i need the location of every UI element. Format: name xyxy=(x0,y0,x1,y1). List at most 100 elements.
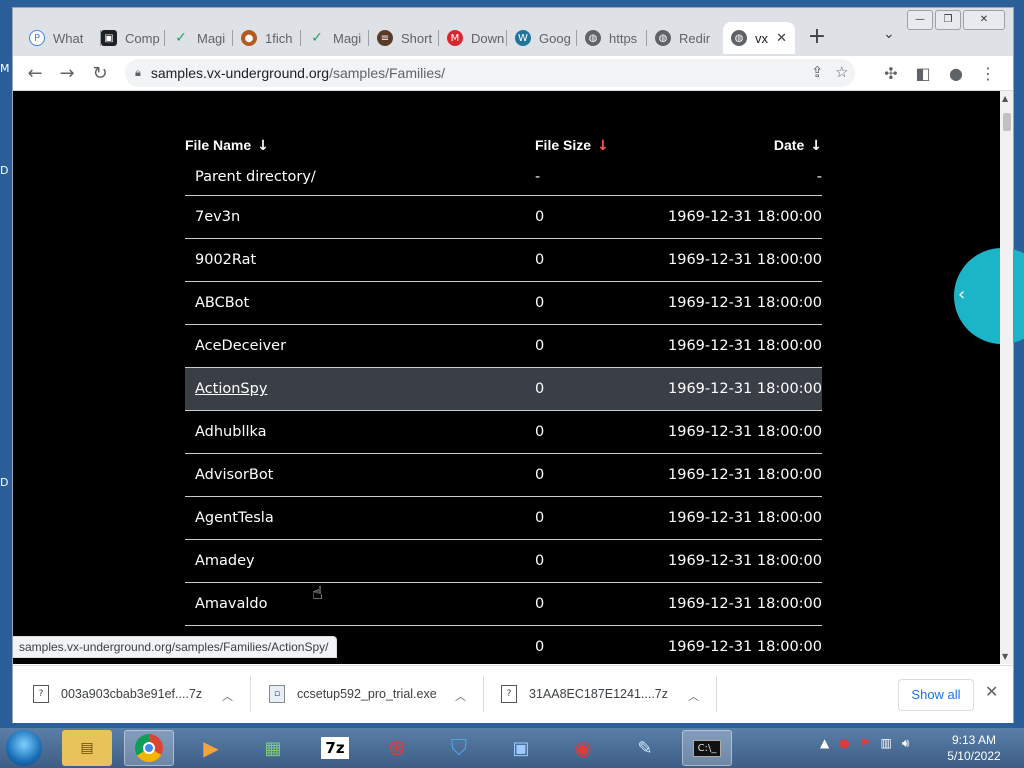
minimize-button[interactable]: — xyxy=(907,10,933,30)
file-size-cell: 0 xyxy=(535,496,645,540)
file-explorer-icon[interactable]: ▤ xyxy=(62,730,112,766)
column-header-file-name[interactable]: File Name ↓ xyxy=(185,131,535,159)
file-name-link[interactable]: 7ev3n xyxy=(185,195,535,239)
file-name-link[interactable]: Amavaldo xyxy=(185,582,535,626)
7zip-icon[interactable]: 7z xyxy=(310,730,360,766)
table-row[interactable]: Adhubllka 0 1969-12-31 18:00:00 xyxy=(185,410,822,454)
scrollbar-thumb[interactable] xyxy=(1003,113,1011,131)
desktop-icon-label[interactable]: M xyxy=(0,62,10,75)
file-name-link[interactable]: ABCBot xyxy=(185,281,535,325)
start-button[interactable] xyxy=(6,730,42,766)
file-size-cell: 0 xyxy=(535,453,645,497)
extensions-puzzle-icon[interactable]: ✣ xyxy=(879,62,903,86)
tab-redir[interactable]: ◍ Redir xyxy=(647,22,719,54)
download-item[interactable]: ▫ ccsetup592_pro_trial.exe xyxy=(269,676,437,712)
tab-comp[interactable]: ▣ Comp xyxy=(93,22,165,54)
file-name-link[interactable]: Parent directory/ xyxy=(185,159,535,196)
tab-1fich[interactable]: ● 1fich xyxy=(233,22,301,54)
table-row[interactable]: Amadey 0 1969-12-31 18:00:00 xyxy=(185,539,822,583)
lock-icon[interactable]: 🔒︎ xyxy=(135,66,141,80)
profile-avatar-icon[interactable]: ● xyxy=(944,62,968,86)
table-row[interactable]: 9002Rat 0 1969-12-31 18:00:00 xyxy=(185,238,822,282)
address-bar[interactable]: 🔒︎ samples.vx-underground.org/samples/Fa… xyxy=(125,59,855,87)
tab-label: Redir xyxy=(679,30,711,46)
tab-vx-active[interactable]: ◍ vx ✕ xyxy=(723,22,795,54)
task-manager-icon[interactable]: ▦ xyxy=(248,730,298,766)
screen-recorder-icon[interactable]: ◉ xyxy=(558,730,608,766)
forward-arrow-icon[interactable]: → xyxy=(55,62,79,86)
archive-file-icon: ? xyxy=(501,685,517,703)
squirrel-icon: ● xyxy=(241,30,257,46)
table-row[interactable]: AdvisorBot 0 1969-12-31 18:00:00 xyxy=(185,453,822,497)
table-row[interactable]: AgentTesla 0 1969-12-31 18:00:00 xyxy=(185,496,822,540)
scroll-up-arrow-icon[interactable]: ▲ xyxy=(1002,94,1008,103)
close-icon[interactable]: ✕ xyxy=(776,31,787,46)
security-tray-icon[interactable]: ● xyxy=(839,736,849,751)
table-row[interactable]: 7ev3n 0 1969-12-31 18:00:00 xyxy=(185,195,822,239)
close-icon[interactable]: ✕ xyxy=(985,682,998,701)
column-header-file-size[interactable]: File Size ↓ xyxy=(535,131,645,159)
table-row[interactable]: ActionSpy 0 1969-12-31 18:00:00 xyxy=(185,367,822,411)
square-logo-icon: ▣ xyxy=(101,30,117,46)
chevron-up-icon[interactable]: ︿ xyxy=(688,688,699,704)
back-arrow-icon[interactable]: ← xyxy=(23,62,47,86)
file-name-link[interactable]: AceDeceiver xyxy=(185,324,535,368)
tab-magi-1[interactable]: ✓ Magi xyxy=(165,22,233,54)
bookmark-star-icon[interactable]: ☆ xyxy=(835,63,848,81)
file-name-link[interactable]: 9002Rat xyxy=(185,238,535,282)
desktop-icon-label[interactable]: D xyxy=(0,476,8,489)
leaf-icon: ✓ xyxy=(311,30,323,46)
file-name-link[interactable]: AgentTesla xyxy=(185,496,535,540)
leaf-icon: ✓ xyxy=(175,30,187,46)
maximize-button[interactable]: ❐ xyxy=(935,10,961,30)
chrome-icon[interactable] xyxy=(124,730,174,766)
file-name-link[interactable]: AdvisorBot xyxy=(185,453,535,497)
table-row[interactable]: ABCBot 0 1969-12-31 18:00:00 xyxy=(185,281,822,325)
chevron-up-icon[interactable]: ︿ xyxy=(455,688,466,704)
share-icon[interactable]: ⇪ xyxy=(811,63,824,81)
process-explorer-icon[interactable]: ▣ xyxy=(496,730,546,766)
volume-icon[interactable]: 🔊︎ xyxy=(902,736,910,751)
table-row[interactable]: AceDeceiver 0 1969-12-31 18:00:00 xyxy=(185,324,822,368)
file-name-link[interactable]: Adhubllka xyxy=(185,410,535,454)
tab-goog[interactable]: W Goog xyxy=(507,22,577,54)
burger-icon: ≡ xyxy=(377,30,393,46)
security-tool-icon[interactable]: ⊛ xyxy=(372,730,422,766)
file-name-link[interactable]: ActionSpy xyxy=(185,367,535,411)
tab-magi-2[interactable]: ✓ Magi xyxy=(301,22,369,54)
show-all-downloads-button[interactable]: Show all xyxy=(898,679,974,711)
command-prompt-icon[interactable]: C:\_ xyxy=(682,730,732,766)
side-panel-icon[interactable]: ◧ xyxy=(911,62,935,86)
table-row[interactable]: Amavaldo 0 1969-12-31 18:00:00 xyxy=(185,582,822,626)
vpn-shield-icon[interactable]: ⛉ xyxy=(434,730,484,766)
scroll-down-arrow-icon[interactable]: ▼ xyxy=(1002,652,1008,661)
media-player-icon[interactable]: ▶ xyxy=(186,730,236,766)
new-tab-button[interactable]: + xyxy=(805,26,829,50)
clock-date: 5/10/2022 xyxy=(947,749,1001,763)
sort-arrow-icon: ↓ xyxy=(257,137,269,154)
tab-what[interactable]: P What xyxy=(21,22,101,54)
file-size-cell: 0 xyxy=(535,410,645,454)
reload-icon[interactable]: ↻ xyxy=(88,62,112,86)
download-item[interactable]: ? 31AA8EC187E1241....7z xyxy=(501,676,668,712)
show-hidden-icons-icon[interactable]: ▲ xyxy=(820,736,829,751)
tab-short[interactable]: ≡ Short xyxy=(369,22,439,54)
tab-down[interactable]: M Down xyxy=(439,22,507,54)
column-header-date[interactable]: Date ↓ xyxy=(645,131,822,159)
file-name-link[interactable]: Amadey xyxy=(185,539,535,583)
download-item[interactable]: ? 003a903cbab3e91ef....7z xyxy=(33,676,202,712)
network-icon[interactable]: ▥ xyxy=(880,736,891,751)
close-window-button[interactable]: ✕ xyxy=(963,10,1005,30)
notepad-icon[interactable]: ✎ xyxy=(620,730,670,766)
vertical-scrollbar[interactable]: ▲ ▼ xyxy=(1000,91,1013,664)
action-center-flag-icon[interactable]: ⚑ xyxy=(860,736,871,751)
taskbar-clock[interactable]: 9:13 AM 5/10/2022 xyxy=(944,732,1004,764)
parent-directory-row[interactable]: Parent directory/- - xyxy=(185,159,822,196)
file-size-cell: 0 xyxy=(535,367,645,411)
chevron-left-icon[interactable]: ‹ xyxy=(958,284,965,305)
desktop-icon-label[interactable]: D xyxy=(0,164,8,177)
tab-https[interactable]: ◍ https xyxy=(577,22,647,54)
chevron-up-icon[interactable]: ︿ xyxy=(222,688,233,704)
chevron-down-icon[interactable]: ⌄ xyxy=(883,26,895,42)
menu-kebab-icon[interactable]: ⋮ xyxy=(976,62,1000,86)
